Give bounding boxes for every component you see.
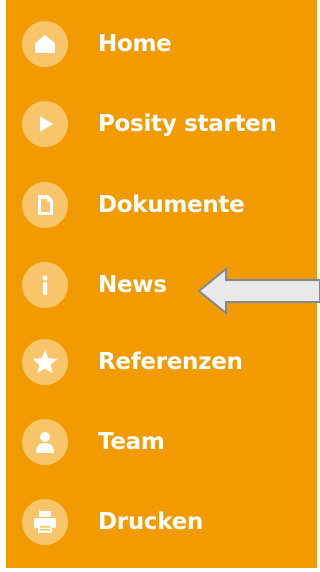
printer-icon [22,499,68,545]
document-icon [22,182,68,228]
person-icon [22,419,68,465]
sidebar-item-drucken[interactable]: Drucken [22,498,203,546]
sidebar-item-home[interactable]: Home [22,20,172,68]
home-icon [22,21,68,67]
sidebar-item-dokumente[interactable]: Dokumente [22,181,245,229]
sidebar-item-team[interactable]: Team [22,418,165,466]
sidebar-item-referenzen[interactable]: Referenzen [22,338,243,386]
left-arrow-icon [197,266,320,316]
sidebar-item-news[interactable]: News [22,261,167,309]
sidebar-item-label: Drucken [98,509,203,535]
sidebar-item-label: Referenzen [98,349,243,375]
play-icon [22,101,68,147]
sidebar-item-label: Posity starten [98,111,277,137]
sidebar-item-label: Team [98,429,165,455]
info-icon [22,262,68,308]
sidebar-item-posity-starten[interactable]: Posity starten [22,100,277,148]
star-icon [22,339,68,385]
sidebar-item-label: Home [98,31,172,57]
sidebar-item-label: Dokumente [98,192,245,218]
sidebar-item-label: News [98,272,167,298]
